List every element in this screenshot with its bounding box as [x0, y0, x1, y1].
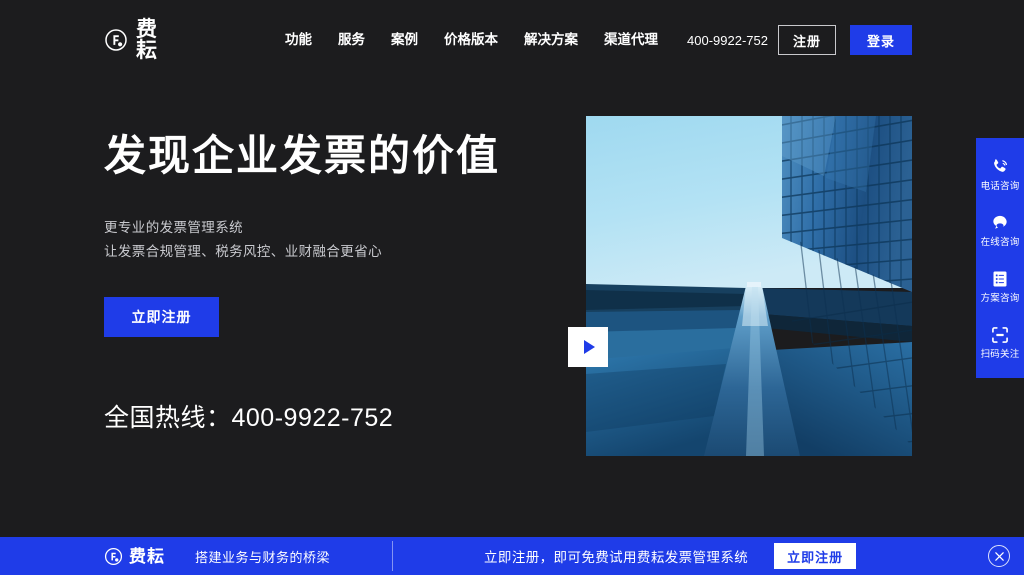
header-brand-name: 费耘 — [136, 18, 158, 62]
banner-divider — [392, 541, 394, 571]
floating-contact-rail: 电话咨询 在线咨询 方案咨询 扫码关注 — [976, 138, 1024, 378]
feyun-circle-f-logo-icon — [104, 547, 123, 565]
page-title: 发现企业发票的价值 — [104, 132, 501, 179]
play-icon — [584, 340, 595, 354]
hero-media — [568, 116, 912, 456]
feyun-circle-f-logo-icon — [105, 29, 127, 51]
skyscraper-photo — [586, 116, 912, 456]
rail-item-online-consult[interactable]: 在线咨询 — [976, 209, 1024, 252]
hotline-text: 全国热线：400-9922-752 — [104, 404, 394, 432]
nav-item-features[interactable]: 功能 — [272, 26, 325, 54]
banner-close-button[interactable] — [988, 545, 1010, 567]
nav-item-pricing[interactable]: 价格版本 — [431, 26, 511, 54]
site-header: 费耘 功能 服务 案例 价格版本 解决方案 渠道代理 400-9922-752 … — [0, 0, 1024, 80]
banner-register-button[interactable]: 立即注册 — [774, 543, 857, 569]
header-brand[interactable]: 费耘 — [104, 19, 176, 61]
main-navigation: 功能 服务 案例 价格版本 解决方案 渠道代理 400-9922-752 — [272, 26, 778, 54]
hero-subtitle-line-2: 让发票合规管理、税务风控、业财融合更省心 — [104, 244, 382, 260]
play-video-button[interactable] — [568, 327, 608, 367]
login-button[interactable]: 登录 — [850, 25, 912, 55]
banner-tagline: 搭建业务与财务的桥梁 — [195, 549, 331, 565]
nav-item-channel[interactable]: 渠道代理 — [591, 26, 671, 54]
banner-brand-name: 费耘 — [129, 546, 165, 566]
rail-item-scan-qr[interactable]: 扫码关注 — [976, 321, 1024, 364]
hero-content: 发现企业发票的价值 更专业的发票管理系统 让发票合规管理、税务风控、业财融合更省… — [104, 130, 534, 338]
banner-cta-text: 立即注册，即可免费试用费耘发票管理系统 — [484, 550, 749, 565]
header-actions: 注册 登录 — [778, 25, 912, 55]
hero-subtitle: 更专业的发票管理系统 让发票合规管理、税务风控、业财融合更省心 — [104, 216, 534, 266]
nav-item-cases[interactable]: 案例 — [378, 26, 431, 54]
nav-phone-number[interactable]: 400-9922-752 — [677, 27, 778, 54]
hero-register-now-button[interactable]: 立即注册 — [104, 297, 219, 338]
bottom-promo-banner: 费耘 搭建业务与财务的桥梁 立即注册，即可免费试用费耘发票管理系统 立即注册 — [0, 537, 1024, 575]
banner-brand: 费耘 — [104, 547, 165, 566]
rail-label-phone-consult: 电话咨询 — [980, 180, 1020, 192]
nav-item-solutions[interactable]: 解决方案 — [511, 26, 591, 54]
close-icon — [994, 551, 1004, 561]
rail-label-solution-consult: 方案咨询 — [980, 292, 1020, 304]
chat-bubble-icon — [993, 215, 1007, 229]
register-button[interactable]: 注册 — [778, 25, 836, 55]
rail-item-solution-consult[interactable]: 方案咨询 — [976, 265, 1024, 308]
rail-label-scan-qr: 扫码关注 — [980, 348, 1020, 360]
nav-item-services[interactable]: 服务 — [325, 26, 378, 54]
rail-label-online-consult: 在线咨询 — [980, 236, 1020, 248]
rail-item-phone-consult[interactable]: 电话咨询 — [976, 153, 1024, 196]
phone-icon — [994, 159, 1008, 172]
landing-page: 费耘 功能 服务 案例 价格版本 解决方案 渠道代理 400-9922-752 … — [0, 0, 1024, 575]
hero-subtitle-line-1: 更专业的发票管理系统 — [104, 219, 243, 235]
document-list-icon — [993, 271, 1007, 287]
qr-scan-icon — [992, 326, 1008, 343]
